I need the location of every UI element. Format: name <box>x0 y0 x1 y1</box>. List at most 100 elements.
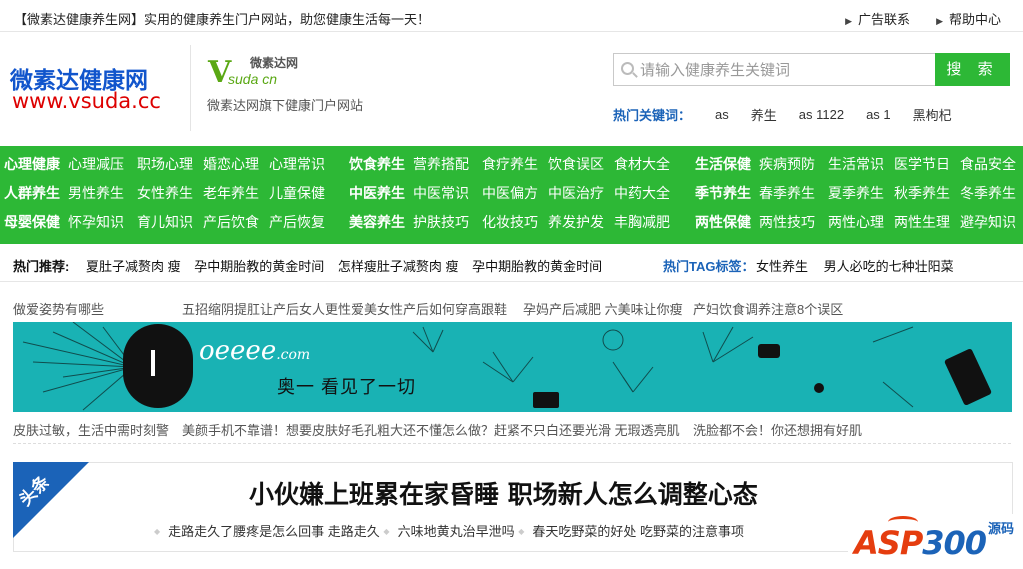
article-link[interactable]: 孕妈产后减肥 六美味让你瘦 <box>523 299 683 318</box>
hot-keywords-label: 热门关键词： <box>613 108 692 123</box>
ad-banner[interactable]: oeeee.com 奥一 看见了一切 <box>13 322 1012 412</box>
nav-subcategory-link[interactable]: 医学节日 <box>894 154 950 174</box>
link-row-top: 做爱姿势有哪些 五招缩阴提肛让产后女人更性爱美女性产后如何穿高跟鞋 孕妈产后减肥… <box>13 299 1011 319</box>
nav-subcategory-link[interactable]: 化妆技巧 <box>482 212 538 232</box>
triangle-right-icon: ▶ <box>845 16 853 26</box>
nav-subcategory-link[interactable]: 产后恢复 <box>269 212 325 232</box>
nav-category-heading[interactable]: 生活保健 <box>695 154 751 174</box>
nav-subcategory-link[interactable]: 秋季养生 <box>894 183 950 203</box>
triangle-right-icon: ▶ <box>936 16 943 26</box>
banner-slogan: 奥一 看见了一切 <box>277 377 417 397</box>
nav-subcategory-link[interactable]: 疾病预防 <box>759 154 815 174</box>
nav-subcategory-link[interactable]: 心理减压 <box>68 154 124 174</box>
nav-subcategory-link[interactable]: 女性养生 <box>137 183 193 203</box>
watermark-mark: 源码 <box>988 521 1015 536</box>
nav-subcategory-link[interactable]: 中医常识 <box>413 183 469 203</box>
hot-keywords: 热门关键词： as 养生 as 1122 as 1 黑枸杞 <box>613 105 974 124</box>
nav-category-heading[interactable]: 饮食养生 <box>349 154 405 174</box>
hot-recommend-link[interactable]: 孕中期胎教的黄金时间 <box>194 259 324 274</box>
nav-subcategory-link[interactable]: 养发护发 <box>548 212 604 232</box>
nav-subcategory-link[interactable]: 两性技巧 <box>759 212 815 232</box>
top-links: ▶ 广告联系 ▶ 帮助中心 <box>845 9 1001 28</box>
nav-subcategory-link[interactable]: 怀孕知识 <box>68 212 124 232</box>
nav-subcategory-link[interactable]: 育儿知识 <box>137 212 193 232</box>
article-link[interactable]: 产妇饮食调养注意8个误区 <box>693 299 843 318</box>
headline-sub-link[interactable]: 春天吃野菜的好处 吃野菜的注意事项 <box>518 524 744 539</box>
nav-subcategory-link[interactable]: 产后饮食 <box>203 212 259 232</box>
hot-recommend-bar: 热门推荐: 夏肚子减赘肉 瘦 孕中期胎教的黄金时间 怎样瘦肚子减赘肉 瘦 孕中期… <box>0 246 1023 282</box>
hot-recommend-label: 热门推荐: <box>13 259 70 274</box>
banner-logo: oeeee.com <box>199 336 311 366</box>
site-header: 微素达健康网 www.vsuda.cc V 微素达网 suda cn 微素达网旗… <box>0 33 1023 145</box>
welcome-text: 【微素达健康养生网】实用的健康养生门户网站，助您健康生活每一天！ <box>14 12 431 27</box>
brand-logo-sub: suda cn <box>228 71 278 87</box>
hot-keyword-link[interactable]: as <box>715 107 729 122</box>
headline-title[interactable]: 小伙嫌上班累在家昏睡 职场新人怎么调整心态 <box>249 475 758 511</box>
hot-recommend-link[interactable]: 孕中期胎教的黄金时间 <box>472 259 602 274</box>
hot-keyword-link[interactable]: 养生 <box>751 105 777 124</box>
hot-tag-label: 热门TAG标签： <box>663 259 755 274</box>
nav-subcategory-link[interactable]: 两性生理 <box>894 212 950 232</box>
nav-subcategory-link[interactable]: 食疗养生 <box>482 154 538 174</box>
search-button[interactable]: 搜 索 <box>935 53 1010 86</box>
search-icon <box>621 62 634 75</box>
site-logo-url[interactable]: www.vsuda.cc <box>12 89 161 113</box>
nav-subcategory-link[interactable]: 老年养生 <box>203 183 259 203</box>
nav-category-heading[interactable]: 母婴保健 <box>4 212 60 232</box>
search-input[interactable] <box>640 60 930 80</box>
article-link[interactable]: 做爱姿势有哪些 <box>13 299 104 318</box>
hot-recommend-list: 夏肚子减赘肉 瘦 孕中期胎教的黄金时间 怎样瘦肚子减赘肉 瘦 孕中期胎教的黄金时… <box>86 256 608 275</box>
nav-category-heading[interactable]: 中医养生 <box>349 183 405 203</box>
headline-sub-link[interactable]: 六味地黄丸治早泄吗 <box>383 524 515 539</box>
nav-subcategory-link[interactable]: 职场心理 <box>137 154 193 174</box>
article-link[interactable]: 五招缩阴提肛让产后女人更性爱美女性产后如何穿高跟鞋 <box>182 299 507 318</box>
brand-tagline: 微素达网旗下健康门户网站 <box>207 98 364 113</box>
nav-subcategory-link[interactable]: 食材大全 <box>614 154 670 174</box>
hot-tag-link[interactable]: 女性养生 <box>756 259 808 274</box>
article-link[interactable]: 洗脸都不会！你还想拥有好肌 <box>693 420 862 439</box>
banner-dark-shape <box>123 324 193 408</box>
nav-subcategory-link[interactable]: 儿童保健 <box>269 183 325 203</box>
nav-category-heading[interactable]: 人群养生 <box>4 183 60 203</box>
logo-divider <box>190 45 191 131</box>
nav-subcategory-link[interactable]: 护肤技巧 <box>413 212 469 232</box>
nav-subcategory-link[interactable]: 婚恋心理 <box>203 154 259 174</box>
hot-keyword-link[interactable]: as 1 <box>866 107 891 122</box>
nav-subcategory-link[interactable]: 中医偏方 <box>482 183 538 203</box>
nav-category-heading[interactable]: 美容养生 <box>349 212 405 232</box>
hot-recommend-link[interactable]: 夏肚子减赘肉 瘦 <box>86 259 181 274</box>
hot-tag-link[interactable]: 男人必吃的七种壮阳菜 <box>824 259 954 274</box>
brand-logo[interactable]: V 微素达网 suda cn <box>208 51 318 91</box>
link-row-bottom: 皮肤过敏，生活中需时刻警 美颜手机不靠谱！想要皮肤好毛孔粗大还不懂怎么做？赶紧不… <box>13 420 1011 440</box>
nav-subcategory-link[interactable]: 男性养生 <box>68 183 124 203</box>
search-box <box>613 53 936 86</box>
nav-category-heading[interactable]: 季节养生 <box>695 183 751 203</box>
headline-sub-link[interactable]: 走路走久了腰疼是怎么回事 走路走久 <box>154 524 380 539</box>
article-link[interactable]: 美颜手机不靠谱！想要皮肤好毛孔粗大还不懂怎么做？赶紧不只白还要光滑 无瑕透亮肌 <box>182 420 680 439</box>
nav-subcategory-link[interactable]: 生活常识 <box>828 154 884 174</box>
nav-subcategory-link[interactable]: 避孕知识 <box>960 212 1016 232</box>
top-bar: 【微素达健康养生网】实用的健康养生门户网站，助您健康生活每一天！ ▶ 广告联系 ▶… <box>0 0 1023 32</box>
ad-contact-link[interactable]: ▶ 广告联系 <box>845 9 910 28</box>
nav-subcategory-link[interactable]: 心理常识 <box>269 154 325 174</box>
hot-recommend-link[interactable]: 怎样瘦肚子减赘肉 瘦 <box>338 259 459 274</box>
nav-subcategory-link[interactable]: 中药大全 <box>614 183 670 203</box>
hot-keyword-link[interactable]: as 1122 <box>799 107 844 122</box>
nav-subcategory-link[interactable]: 营养搭配 <box>413 154 469 174</box>
dashed-divider <box>13 443 1011 444</box>
watermark-logo: ASP300 <box>854 524 987 562</box>
nav-category-heading[interactable]: 两性保健 <box>695 212 751 232</box>
nav-subcategory-link[interactable]: 食品安全 <box>960 154 1016 174</box>
nav-subcategory-link[interactable]: 冬季养生 <box>960 183 1016 203</box>
nav-subcategory-link[interactable]: 中医治疗 <box>548 183 604 203</box>
article-link[interactable]: 皮肤过敏，生活中需时刻警 <box>13 420 169 439</box>
headline-sub-links: 走路走久了腰疼是怎么回事 走路走久 六味地黄丸治早泄吗 春天吃野菜的好处 吃野菜… <box>154 521 744 540</box>
nav-subcategory-link[interactable]: 饮食误区 <box>548 154 604 174</box>
nav-subcategory-link[interactable]: 丰胸减肥 <box>614 212 670 232</box>
nav-category-heading[interactable]: 心理健康 <box>4 154 60 174</box>
nav-subcategory-link[interactable]: 两性心理 <box>828 212 884 232</box>
hot-keyword-link[interactable]: 黑枸杞 <box>913 105 952 124</box>
nav-subcategory-link[interactable]: 春季养生 <box>759 183 815 203</box>
nav-subcategory-link[interactable]: 夏季养生 <box>828 183 884 203</box>
help-center-link[interactable]: ▶ 帮助中心 <box>936 9 1001 28</box>
